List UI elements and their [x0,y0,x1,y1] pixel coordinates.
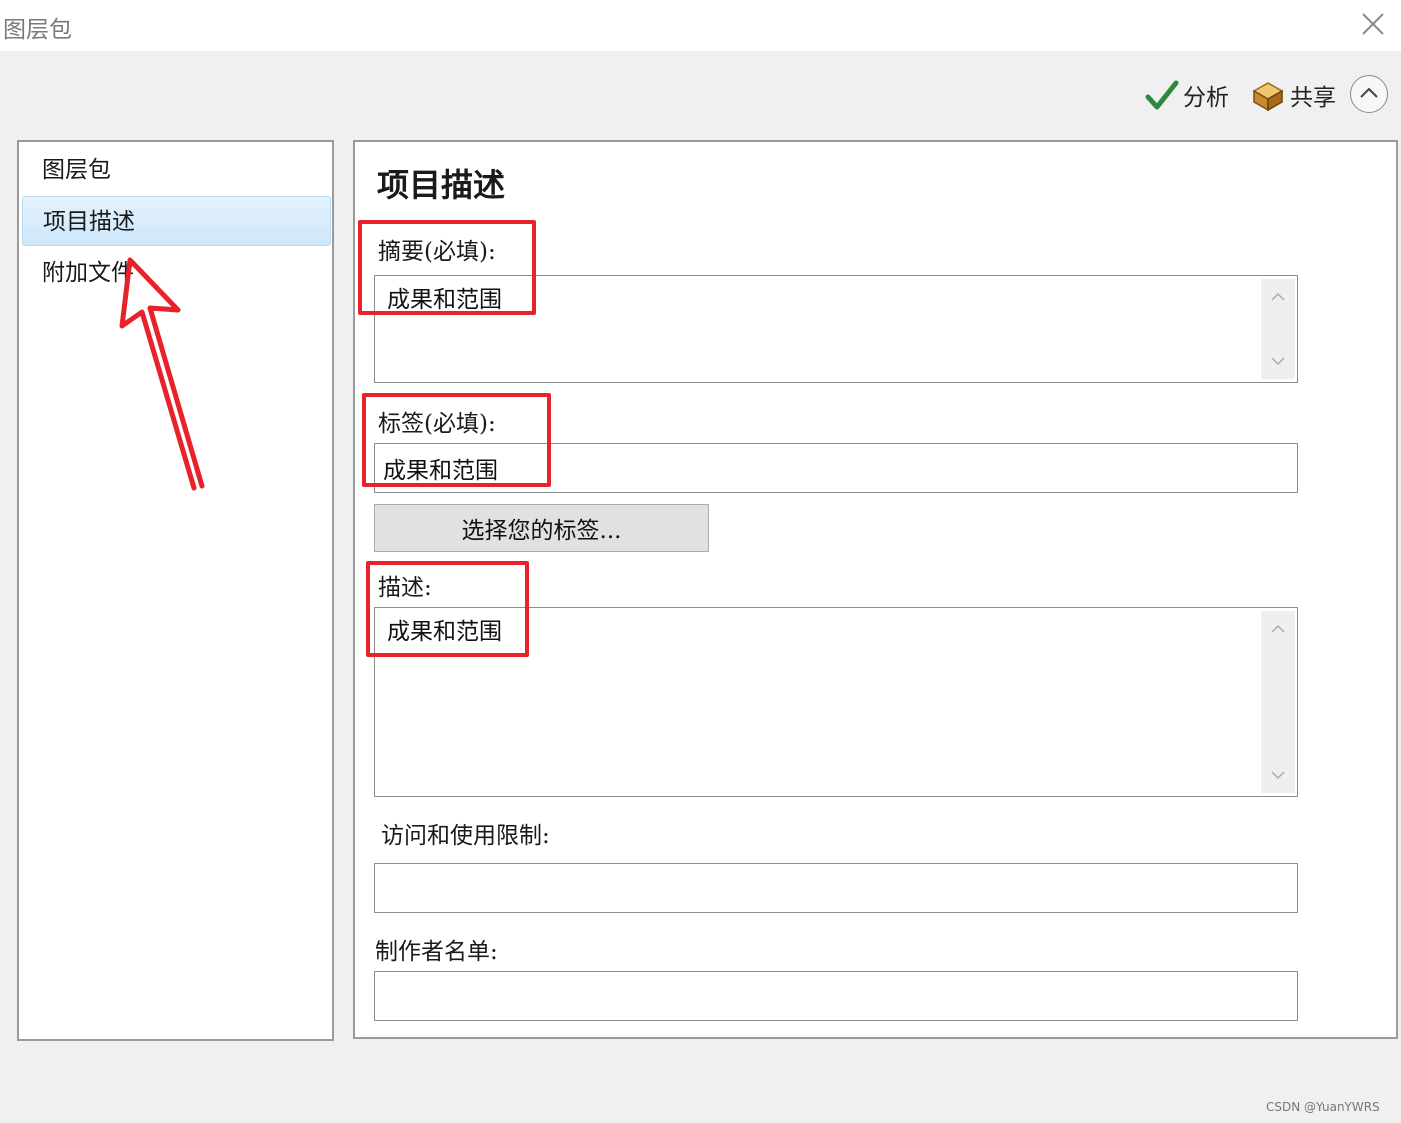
tags-field[interactable] [374,443,1298,493]
analyze-button[interactable]: 分析 [1145,76,1229,114]
description-field[interactable]: 成果和范围 [374,607,1298,797]
annotation-arrow-icon [119,257,205,491]
scroll-up-icon[interactable] [1269,620,1287,638]
scroll-down-icon[interactable] [1269,352,1287,370]
access-limits-label: 访问和使用限制: [381,823,550,849]
analyze-label: 分析 [1183,85,1229,111]
window-title: 图层包 [3,17,72,43]
collapse-button[interactable] [1350,75,1388,113]
share-label: 共享 [1290,85,1336,111]
description-scrollbar[interactable] [1261,611,1295,793]
choose-tags-button[interactable]: 选择您的标签... [374,504,709,552]
nav-item-label: 图层包 [42,157,111,183]
nav-item-label: 项目描述 [43,209,135,235]
description-label: 描述: [378,575,432,601]
scroll-down-icon[interactable] [1269,766,1287,784]
credits-label: 制作者名单: [375,939,498,965]
credits-field[interactable] [374,971,1298,1021]
chevron-up-icon [1360,87,1378,98]
share-button[interactable]: 共享 [1250,76,1336,114]
nav-item-layer-package[interactable]: 图层包 [22,145,331,195]
summary-label: 摘要(必填): [378,239,496,265]
section-title: 项目描述 [377,166,506,204]
package-icon [1252,82,1284,112]
watermark: CSDN @YuanYWRS [1266,1100,1380,1114]
tags-label: 标签(必填): [378,411,496,437]
summary-field[interactable]: 成果和范围 [374,275,1298,383]
close-icon[interactable] [1357,8,1389,40]
checkmark-icon [1145,80,1179,110]
nav-item-project-description[interactable]: 项目描述 [22,196,331,246]
summary-scrollbar[interactable] [1261,279,1295,379]
scroll-up-icon[interactable] [1269,288,1287,306]
access-limits-field[interactable] [374,863,1298,913]
title-bar: 图层包 [0,0,1401,51]
